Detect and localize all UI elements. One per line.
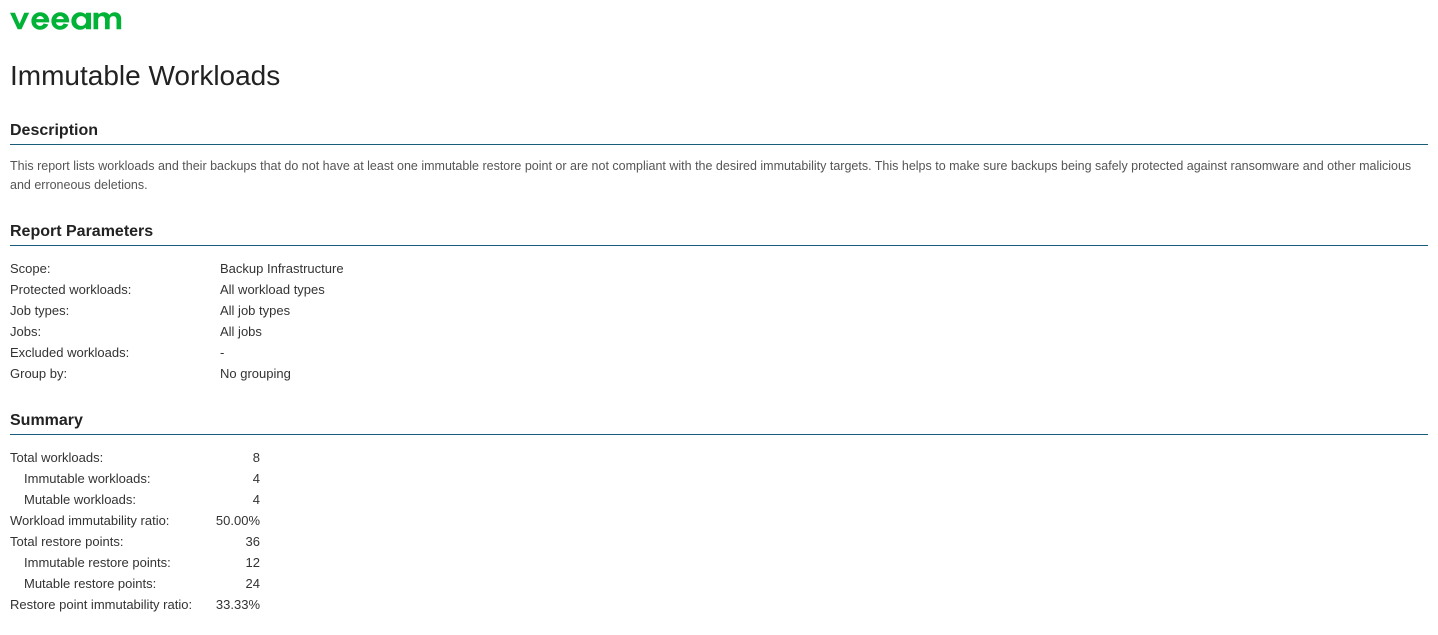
- summary-row: Total workloads: 8: [10, 447, 260, 468]
- param-value: No grouping: [220, 363, 344, 384]
- summary-row: Immutable workloads: 4: [10, 468, 260, 489]
- param-row: Excluded workloads: -: [10, 342, 344, 363]
- param-value: All job types: [220, 300, 344, 321]
- param-row: Group by: No grouping: [10, 363, 344, 384]
- summary-row: Mutable restore points: 24: [10, 573, 260, 594]
- summary-label: Restore point immutability ratio:: [10, 594, 205, 615]
- summary-value: 4: [205, 489, 260, 510]
- param-label: Group by:: [10, 363, 220, 384]
- param-row: Jobs: All jobs: [10, 321, 344, 342]
- summary-row: Restore point immutability ratio: 33.33%: [10, 594, 260, 615]
- veeam-logo: [10, 10, 1428, 35]
- param-value: All workload types: [220, 279, 344, 300]
- param-row: Protected workloads: All workload types: [10, 279, 344, 300]
- summary-value: 33.33%: [205, 594, 260, 615]
- summary-table: Total workloads: 8 Immutable workloads: …: [10, 447, 260, 615]
- param-value: Backup Infrastructure: [220, 258, 344, 279]
- param-row: Scope: Backup Infrastructure: [10, 258, 344, 279]
- param-label: Protected workloads:: [10, 279, 220, 300]
- summary-value: 24: [205, 573, 260, 594]
- summary-label: Total workloads:: [10, 447, 205, 468]
- summary-value: 12: [205, 552, 260, 573]
- parameters-heading: Report Parameters: [10, 223, 1428, 246]
- description-text: This report lists workloads and their ba…: [10, 157, 1428, 195]
- param-label: Job types:: [10, 300, 220, 321]
- summary-label: Immutable workloads:: [10, 468, 205, 489]
- summary-label: Total restore points:: [10, 531, 205, 552]
- summary-value: 8: [205, 447, 260, 468]
- param-label: Excluded workloads:: [10, 342, 220, 363]
- summary-row: Immutable restore points: 12: [10, 552, 260, 573]
- summary-value: 36: [205, 531, 260, 552]
- param-label: Jobs:: [10, 321, 220, 342]
- page-title: Immutable Workloads: [10, 60, 1428, 92]
- summary-label: Workload immutability ratio:: [10, 510, 205, 531]
- summary-row: Mutable workloads: 4: [10, 489, 260, 510]
- summary-row: Workload immutability ratio: 50.00%: [10, 510, 260, 531]
- param-row: Job types: All job types: [10, 300, 344, 321]
- parameters-table: Scope: Backup Infrastructure Protected w…: [10, 258, 344, 384]
- param-label: Scope:: [10, 258, 220, 279]
- summary-label: Mutable workloads:: [10, 489, 205, 510]
- summary-heading: Summary: [10, 412, 1428, 435]
- summary-value: 50.00%: [205, 510, 260, 531]
- param-value: All jobs: [220, 321, 344, 342]
- summary-row: Total restore points: 36: [10, 531, 260, 552]
- description-heading: Description: [10, 122, 1428, 145]
- summary-label: Mutable restore points:: [10, 573, 205, 594]
- summary-label: Immutable restore points:: [10, 552, 205, 573]
- param-value: -: [220, 342, 344, 363]
- summary-value: 4: [205, 468, 260, 489]
